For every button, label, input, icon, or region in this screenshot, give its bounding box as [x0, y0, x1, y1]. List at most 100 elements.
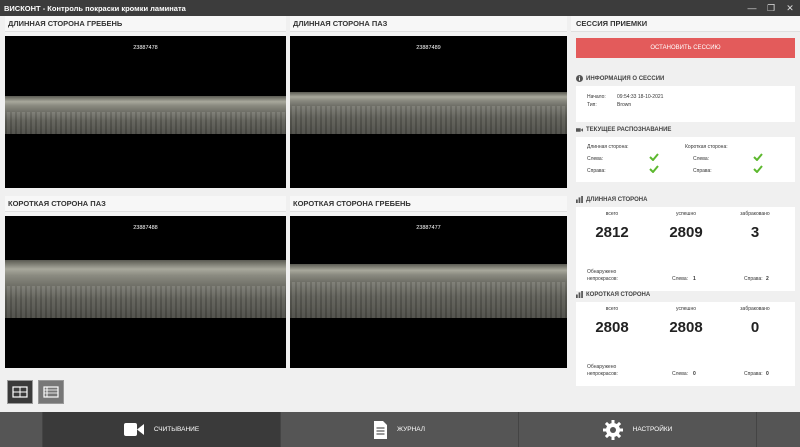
left-label: Слева: — [672, 371, 689, 377]
gear-icon — [602, 419, 623, 440]
session-title: СЕССИЯ ПРИЕМКИ — [571, 16, 800, 32]
stop-session-button[interactable]: ОСТАНОВИТЬ СЕССИЮ — [576, 38, 795, 58]
document-icon — [373, 420, 387, 439]
camera-panel-long-groove: ДЛИННАЯ СТОРОНА ПАЗ 23887489 — [290, 16, 567, 188]
check-icon — [649, 153, 659, 161]
session-info-title: ИНФОРМАЦИЯ О СЕССИИ — [586, 75, 665, 82]
nav-journal-label: ЖУРНАЛ — [396, 426, 426, 433]
type-label: Тип: — [587, 102, 597, 108]
long-side-title: ДЛИННАЯ СТОРОНА — [586, 196, 648, 203]
laminate-grain — [290, 106, 567, 134]
rejected-value: 0 — [750, 319, 760, 336]
camera-id: 23887478 — [133, 45, 158, 51]
camera-title: ДЛИННАЯ СТОРОНА ПАЗ — [290, 16, 567, 32]
laminate-edge — [5, 260, 286, 286]
long-side-label: Длинная сторона: — [587, 144, 629, 150]
camera-id: 23887477 — [416, 225, 441, 231]
laminate-edge — [5, 96, 286, 112]
laminate-grain — [5, 112, 286, 134]
camera-id: 23887488 — [133, 225, 158, 231]
right-value: 2 — [766, 276, 769, 282]
rejected-label: забраковано — [740, 306, 770, 312]
ok-value: 2809 — [669, 224, 703, 241]
nav-settings-label: НАСТРОЙКИ — [632, 426, 673, 433]
camera-view[interactable]: 23887478 — [5, 36, 286, 188]
title-bar: ВИСКОНТ - Контроль покраски кромки ламин… — [0, 0, 800, 16]
short-left-label: Слева: — [693, 156, 710, 162]
right-label: Справа: — [744, 276, 763, 282]
ok-label: успешно — [676, 211, 696, 217]
long-right-label: Справа: — [587, 168, 606, 174]
bar-chart-icon — [576, 196, 583, 203]
session-info-header: ИНФОРМАЦИЯ О СЕССИИ — [576, 75, 664, 82]
ok-label: успешно — [676, 306, 696, 312]
unpainted-label: Обнаружено непрокрасов: — [587, 269, 618, 282]
unpainted-label: Обнаружено непрокрасов: — [587, 364, 618, 377]
laminate-edge — [290, 264, 567, 282]
long-side-card: всего успешно забраковано 2812 2809 3 Об… — [576, 207, 795, 291]
total-label: всего — [605, 211, 619, 217]
total-label: всего — [605, 306, 619, 312]
short-right-label: Справа: — [693, 168, 712, 174]
camera-title: ДЛИННАЯ СТОРОНА ГРЕБЕНЬ — [5, 16, 286, 32]
bar-chart-icon — [576, 291, 583, 298]
recognition-header: ТЕКУЩЕЕ РАСПОЗНАВАНИЕ — [576, 126, 671, 133]
rejected-label: забраковано — [740, 211, 770, 217]
session-info-card: Начало: 09:54:33 18-10-2021 Тип: Brown — [576, 86, 795, 122]
laminate-grain — [5, 286, 286, 318]
grid-layout-icon — [12, 386, 28, 398]
left-value: 0 — [693, 371, 696, 377]
short-side-label: Короткая сторона: — [685, 144, 728, 150]
camera-view[interactable]: 23887488 — [5, 216, 286, 368]
video-camera-icon — [123, 423, 144, 436]
right-value: 0 — [766, 371, 769, 377]
start-value: 09:54:33 18-10-2021 — [617, 94, 664, 100]
single-layout-button[interactable] — [38, 380, 64, 404]
close-icon[interactable]: ✕ — [781, 0, 799, 16]
camera-view[interactable]: 23887477 — [290, 216, 567, 368]
info-icon — [576, 75, 583, 82]
camera-panel-long-ridge: ДЛИННАЯ СТОРОНА ГРЕБЕНЬ 23887478 — [5, 16, 286, 188]
ok-value: 2808 — [669, 319, 703, 336]
nav-reading[interactable]: СЧИТЫВАНИЕ — [43, 412, 281, 447]
camera-icon — [576, 126, 583, 133]
check-icon — [753, 165, 763, 173]
single-layout-icon — [43, 386, 59, 398]
short-side-title: КОРОТКАЯ СТОРОНА — [586, 291, 651, 298]
check-icon — [649, 165, 659, 173]
total-value: 2812 — [595, 224, 629, 241]
restore-icon[interactable]: ❐ — [762, 0, 780, 16]
grid-layout-button[interactable] — [7, 380, 33, 404]
recognition-title: ТЕКУЩЕЕ РАСПОЗНАВАНИЕ — [586, 126, 672, 133]
left-label: Слева: — [672, 276, 689, 282]
nav-spacer — [0, 412, 43, 447]
right-label: Справа: — [744, 371, 763, 377]
short-side-header: КОРОТКАЯ СТОРОНА — [576, 291, 650, 298]
nav-journal[interactable]: ЖУРНАЛ — [281, 412, 519, 447]
camera-view[interactable]: 23887489 — [290, 36, 567, 188]
rejected-value: 3 — [750, 224, 760, 241]
camera-title: КОРОТКАЯ СТОРОНА ПАЗ — [5, 196, 286, 212]
window-title: ВИСКОНТ - Контроль покраски кромки ламин… — [4, 3, 186, 13]
check-icon — [753, 153, 763, 161]
total-value: 2808 — [595, 319, 629, 336]
bottom-nav: СЧИТЫВАНИЕ ЖУРНАЛ НАСТРОЙКИ — [0, 412, 800, 447]
camera-panel-short-groove: КОРОТКАЯ СТОРОНА ПАЗ 23887488 — [5, 196, 286, 368]
long-left-label: Слева: — [587, 156, 604, 162]
long-side-header: ДЛИННАЯ СТОРОНА — [576, 196, 647, 203]
laminate-edge — [290, 92, 567, 106]
session-panel: СЕССИЯ ПРИЕМКИ ОСТАНОВИТЬ СЕССИЮ ИНФОРМА… — [571, 16, 800, 412]
camera-panel-short-ridge: КОРОТКАЯ СТОРОНА ГРЕБЕНЬ 23887477 — [290, 196, 567, 368]
minimize-icon[interactable]: — — [743, 0, 761, 16]
camera-title: КОРОТКАЯ СТОРОНА ГРЕБЕНЬ — [290, 196, 567, 212]
nav-reading-label: СЧИТЫВАНИЕ — [153, 426, 200, 433]
start-label: Начало: — [587, 94, 606, 100]
camera-id: 23887489 — [416, 45, 441, 51]
nav-settings[interactable]: НАСТРОЙКИ — [519, 412, 757, 447]
laminate-grain — [290, 282, 567, 318]
type-value: Brown — [617, 102, 632, 108]
short-side-card: всего успешно забраковано 2808 2808 0 Об… — [576, 302, 795, 386]
left-value: 1 — [693, 276, 696, 282]
recognition-card: Длинная сторона: Короткая сторона: Слева… — [576, 137, 795, 182]
